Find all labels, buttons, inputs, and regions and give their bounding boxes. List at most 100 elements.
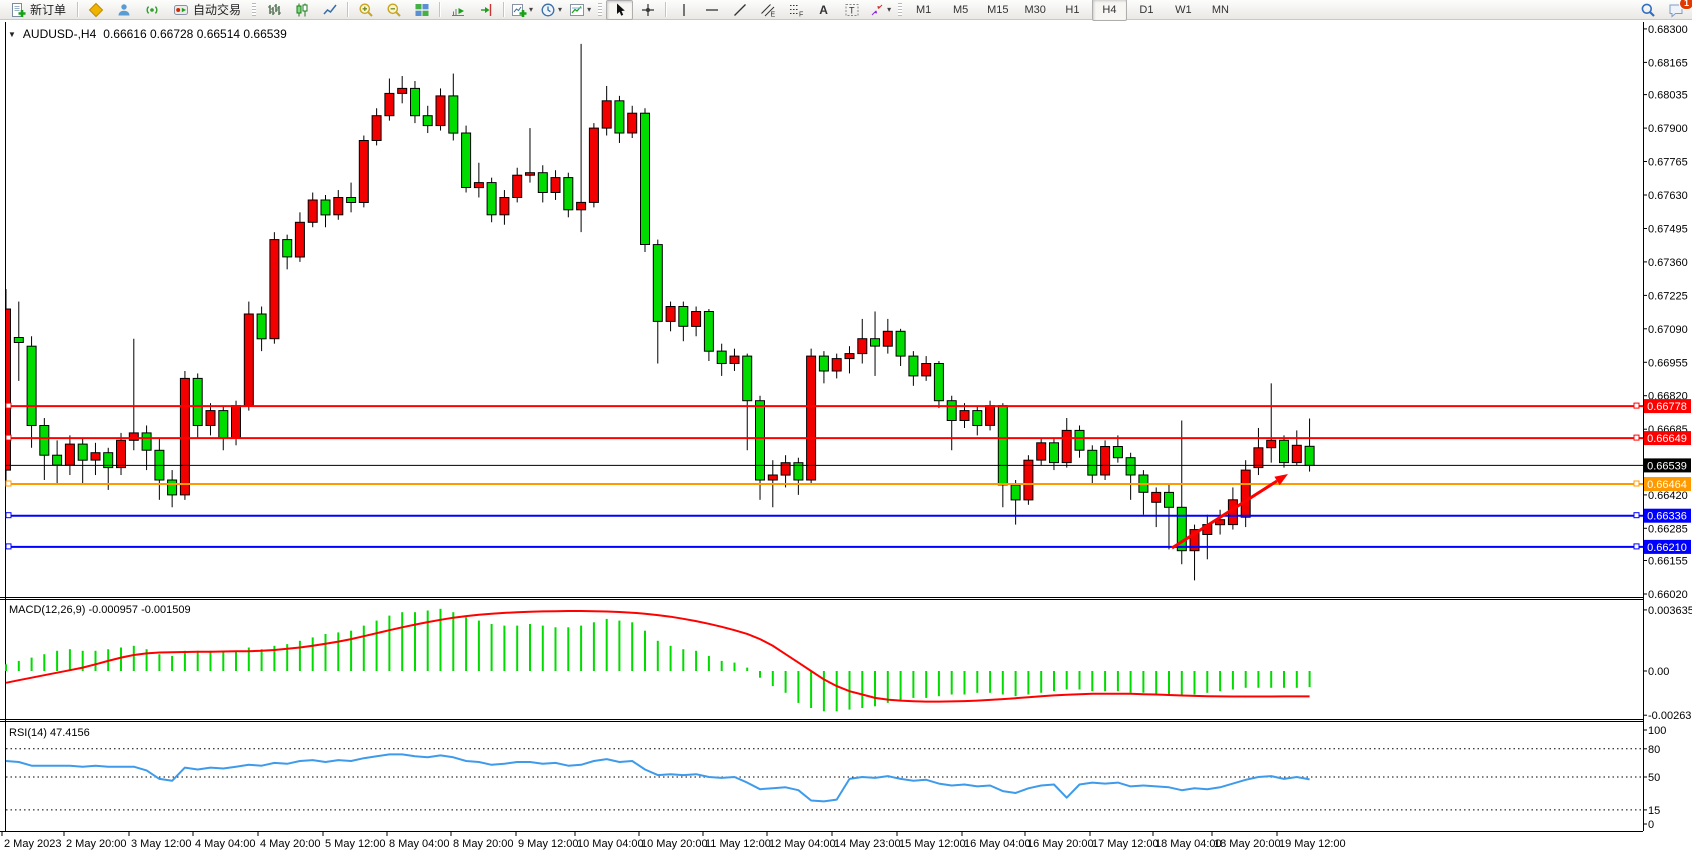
svg-text:E: E xyxy=(770,11,775,18)
toolbar-grip xyxy=(252,3,256,16)
mt4-terminal: 新订单 自动交易 xyxy=(0,0,1692,854)
trend-arrow[interactable] xyxy=(1172,474,1288,548)
toolbar: 新订单 自动交易 xyxy=(0,0,1692,20)
tile-windows-button[interactable] xyxy=(408,0,435,20)
svg-text:0.68165: 0.68165 xyxy=(1648,57,1688,69)
toolbar-separator xyxy=(665,2,666,17)
timeframe-d1[interactable]: D1 xyxy=(1129,0,1164,21)
new-order-button[interactable]: 新订单 xyxy=(3,0,73,20)
line-chart-button[interactable] xyxy=(316,0,343,20)
chevron-down-icon: ▾ xyxy=(529,5,533,14)
timeframe-h4[interactable]: H4 xyxy=(1092,0,1127,21)
indicators-button[interactable]: ▾ xyxy=(508,0,536,20)
svg-text:8 May 20:00: 8 May 20:00 xyxy=(453,838,514,850)
svg-text:0: 0 xyxy=(1648,819,1654,831)
chart-canvas[interactable]: 0.683000.681650.680350.679000.677650.676… xyxy=(0,21,1692,854)
tile-windows-icon xyxy=(414,2,430,18)
svg-text:0.68035: 0.68035 xyxy=(1648,90,1688,102)
chart-shift-button[interactable] xyxy=(472,0,499,20)
svg-text:0.67900: 0.67900 xyxy=(1648,123,1688,135)
metaeditor-button[interactable] xyxy=(82,0,109,20)
rsi-pane: 1008050150 xyxy=(6,725,1666,831)
svg-text:100: 100 xyxy=(1648,725,1666,737)
timeframe-m15[interactable]: M15 xyxy=(980,0,1015,21)
svg-text:19 May 12:00: 19 May 12:00 xyxy=(1279,838,1346,850)
timeframe-mn[interactable]: MN xyxy=(1203,0,1238,21)
clock-icon xyxy=(540,2,556,18)
crosshair-icon xyxy=(640,2,656,18)
auto-trading-label: 自动交易 xyxy=(193,1,241,18)
svg-text:11 May 12:00: 11 May 12:00 xyxy=(705,838,771,850)
svg-text:15: 15 xyxy=(1648,805,1660,817)
search-icon xyxy=(1640,2,1656,18)
search-button[interactable] xyxy=(1634,0,1661,20)
svg-text:T: T xyxy=(849,5,855,15)
toolbar-separator xyxy=(439,2,440,17)
trendline-tool-button[interactable] xyxy=(726,0,753,20)
svg-text:0.66539: 0.66539 xyxy=(1647,460,1687,472)
svg-text:F: F xyxy=(799,11,803,18)
pane-borders xyxy=(0,22,1644,832)
time-axis: 2 May 20232 May 20:003 May 12:004 May 04… xyxy=(2,831,1346,850)
svg-text:0.67225: 0.67225 xyxy=(1648,290,1688,302)
zoom-in-button[interactable] xyxy=(352,0,379,20)
toolbar-separator xyxy=(77,2,78,17)
crosshair-tool-button[interactable] xyxy=(634,0,661,20)
signals-icon xyxy=(144,2,160,18)
auto-scroll-icon xyxy=(450,2,466,18)
timeframe-m30[interactable]: M30 xyxy=(1018,0,1053,21)
svg-text:0.003635: 0.003635 xyxy=(1648,605,1692,617)
candle-chart-button[interactable] xyxy=(288,0,315,20)
trendline-icon xyxy=(732,2,748,18)
svg-text:18 May 04:00: 18 May 04:00 xyxy=(1155,838,1222,850)
text-label-icon: T xyxy=(844,2,860,18)
community-button[interactable] xyxy=(110,0,137,20)
svg-text:0.66285: 0.66285 xyxy=(1648,523,1688,535)
timeframe-group: M1M5M15M30H1H4D1W1MN xyxy=(906,0,1238,21)
text-tool-button[interactable]: A xyxy=(810,0,837,20)
svg-text:0.67630: 0.67630 xyxy=(1648,190,1688,202)
channel-tool-button[interactable]: E xyxy=(754,0,781,20)
timeframe-h1[interactable]: H1 xyxy=(1055,0,1090,21)
svg-text:0.68300: 0.68300 xyxy=(1648,24,1688,36)
svg-text:0.67090: 0.67090 xyxy=(1648,324,1688,336)
notifications-button[interactable]: 1 xyxy=(1662,0,1689,20)
svg-text:2 May 20:00: 2 May 20:00 xyxy=(66,838,127,850)
timeframe-m1[interactable]: M1 xyxy=(906,0,941,21)
chevron-down-icon: ▾ xyxy=(587,5,591,14)
timeframe-w1[interactable]: W1 xyxy=(1166,0,1201,21)
bar-chart-button[interactable] xyxy=(260,0,287,20)
svg-text:10 May 04:00: 10 May 04:00 xyxy=(577,838,644,850)
svg-text:0.66649: 0.66649 xyxy=(1647,433,1687,445)
fibonacci-icon: F xyxy=(788,2,804,18)
zoom-out-icon xyxy=(386,2,402,18)
chevron-down-icon: ▾ xyxy=(887,5,891,14)
svg-text:0.66464: 0.66464 xyxy=(1647,479,1687,491)
auto-scroll-button[interactable] xyxy=(444,0,471,20)
arrows-icon xyxy=(869,2,885,18)
svg-text:80: 80 xyxy=(1648,744,1660,756)
fibonacci-tool-button[interactable]: F xyxy=(782,0,809,20)
hlines-layer[interactable] xyxy=(6,403,1643,549)
zoom-out-button[interactable] xyxy=(380,0,407,20)
horizontal-line-tool-button[interactable] xyxy=(698,0,725,20)
signals-button[interactable] xyxy=(138,0,165,20)
rsi-label: RSI(14) 47.4156 xyxy=(9,727,90,739)
timeframe-m5[interactable]: M5 xyxy=(943,0,978,21)
chart-window[interactable]: 0.683000.681650.680350.679000.677650.676… xyxy=(0,21,1692,854)
auto-trading-button[interactable]: 自动交易 xyxy=(166,0,248,20)
macd-label: MACD(12,26,9) -0.000957 -0.001509 xyxy=(9,604,191,616)
svg-text:15 May 12:00: 15 May 12:00 xyxy=(899,838,966,850)
svg-text:0.67360: 0.67360 xyxy=(1648,257,1688,269)
periods-button[interactable]: ▾ xyxy=(537,0,565,20)
templates-button[interactable]: ▾ xyxy=(566,0,594,20)
arrows-tool-button[interactable]: ▾ xyxy=(866,0,894,20)
svg-text:16 May 20:00: 16 May 20:00 xyxy=(1027,838,1094,850)
vertical-line-tool-button[interactable] xyxy=(670,0,697,20)
svg-text:16 May 04:00: 16 May 04:00 xyxy=(964,838,1031,850)
chart-collapse-icon[interactable]: ▼ xyxy=(8,30,16,39)
text-label-tool-button[interactable]: T xyxy=(838,0,865,20)
cursor-tool-button[interactable] xyxy=(606,0,633,20)
new-order-label: 新订单 xyxy=(30,1,66,18)
ohlc-values: 0.66616 0.66728 0.66514 0.66539 xyxy=(103,27,287,41)
